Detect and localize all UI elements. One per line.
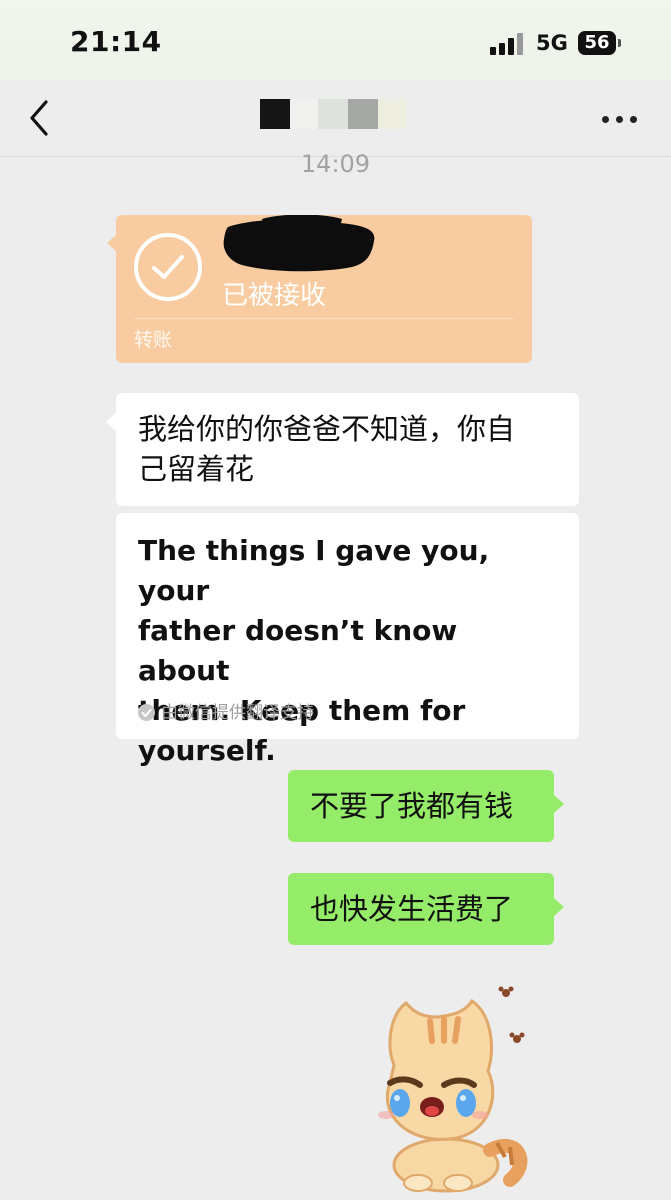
contact-name-redacted[interactable] [260, 99, 410, 129]
amount-redacted [223, 215, 375, 272]
incoming-message-line: 我给你的你爸爸不知道，你自 [138, 412, 516, 446]
incoming-message-line: 己留着花 [138, 452, 255, 486]
translation-provider: 由微信提供翻译支持 [138, 698, 314, 723]
transfer-status: 已被接收 [222, 281, 327, 311]
translation-line: yourself. [138, 734, 276, 767]
battery-icon: 56 [578, 31, 616, 55]
check-icon [138, 704, 155, 721]
chevron-left-icon[interactable] [20, 98, 60, 138]
crying-cat-sticker[interactable] [360, 975, 560, 1195]
outgoing-message-text: 不要了我都有钱 [310, 789, 514, 823]
network-type: 5G [536, 31, 568, 55]
status-bar: 21:14 5G 56 [0, 0, 671, 80]
translation-bubble[interactable]: The things I gave you, your father doesn… [116, 513, 579, 767]
translation-line: father doesn’t know about [138, 614, 458, 687]
translation-line: The things I gave you, your [138, 534, 490, 607]
incoming-bubble-tail [106, 413, 116, 431]
translation-text: The things I gave you, your father doesn… [138, 531, 558, 771]
outgoing-message-text: 也快发生活费了 [310, 892, 514, 926]
more-dots-icon[interactable] [598, 108, 642, 128]
battery-tip [618, 39, 621, 47]
signal-icon [490, 33, 524, 55]
incoming-message-bubble[interactable]: 我给你的你爸爸不知道，你自 己留着花 [116, 393, 579, 506]
status-time: 21:14 [70, 25, 162, 58]
outgoing-message-bubble[interactable]: 也快发生活费了 [288, 873, 554, 945]
translation-provider-text: 由微信提供翻译支持 [161, 703, 314, 723]
transfer-divider [134, 318, 514, 319]
outgoing-bubble-tail [554, 898, 564, 916]
chat-header [0, 80, 671, 157]
transfer-card[interactable]: 已被接收 转账 [116, 215, 532, 363]
outgoing-bubble-tail [554, 795, 564, 813]
outgoing-message-bubble[interactable]: 不要了我都有钱 [288, 770, 554, 842]
message-timestamp: 14:09 [300, 150, 371, 178]
transfer-label: 转账 [134, 329, 173, 351]
check-circle-icon [134, 233, 202, 301]
